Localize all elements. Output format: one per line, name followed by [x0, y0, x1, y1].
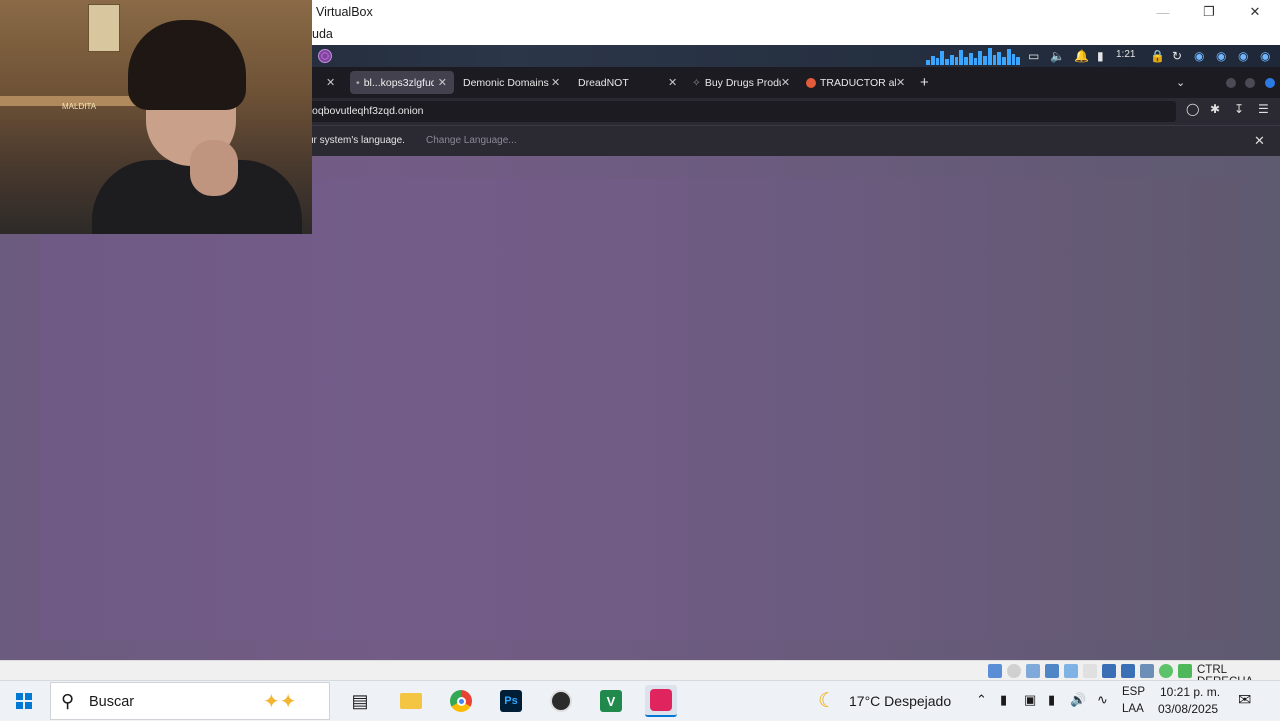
url-bar[interactable]: oqbovutleqhf3zqd.onion — [300, 101, 1176, 122]
page-loading-area — [40, 178, 1240, 640]
close-window-button[interactable]: ✕ — [1232, 2, 1278, 22]
display-adapter-icon[interactable] — [1102, 664, 1116, 678]
obs-icon[interactable] — [545, 685, 577, 717]
bullet-icon: • — [356, 76, 360, 89]
moon-icon[interactable]: ☾ — [818, 688, 836, 713]
network-icon[interactable]: ◉ — [1194, 48, 1204, 64]
shelf-label: MALDITA — [62, 102, 97, 111]
input-language[interactable]: ESP — [1122, 686, 1145, 698]
tab-label: Demonic Domains — [463, 76, 549, 89]
battery-icon: ▮ — [1097, 49, 1104, 63]
mouse-integration-icon[interactable] — [1178, 664, 1192, 678]
search-placeholder[interactable]: Buscar — [89, 694, 134, 710]
chevron-down-icon[interactable]: ⌄ — [1176, 76, 1185, 89]
close-icon[interactable]: ✕ — [1254, 133, 1265, 149]
vbox-status-bar: CTRL DERECHA — [0, 660, 1280, 688]
menu-icon[interactable]: ☰ — [1258, 102, 1269, 116]
tab-5[interactable]: TRADUCTOR al ✕ — [806, 71, 910, 94]
recording-icon[interactable] — [1121, 664, 1135, 678]
url-text[interactable]: oqbovutleqhf3zqd.onion — [312, 105, 424, 117]
display-icon[interactable]: ▭ — [1028, 48, 1039, 64]
tor-browser-icon[interactable] — [318, 49, 332, 63]
cpu-monitor-graph — [926, 48, 1020, 65]
virtualbox-app-icon[interactable]: V — [595, 685, 627, 717]
new-tab-button[interactable]: + — [920, 74, 929, 91]
tab-label: TRADUCTOR al — [820, 76, 896, 89]
broom-icon[interactable]: ✱ — [1210, 102, 1220, 116]
tab-label: Buy Drugs Produ — [704, 76, 781, 89]
network-icon-3[interactable]: ◉ — [1238, 48, 1248, 64]
camera-tray-icon[interactable]: ▣ — [1024, 692, 1036, 708]
microphone-icon[interactable]: ▮ — [1048, 692, 1055, 708]
poster — [88, 4, 120, 52]
sparkle-icon: ✦✦ — [263, 691, 297, 713]
network-adapter-icon[interactable] — [1045, 664, 1059, 678]
start-button[interactable] — [0, 681, 48, 721]
taskbar-time[interactable]: 10:21 p. m. — [1160, 685, 1220, 699]
window-title: VirtualBox — [316, 5, 373, 19]
close-icon[interactable]: ✕ — [551, 76, 560, 89]
notification-text: ur system's language. — [308, 135, 405, 146]
bell-icon[interactable]: 🔔 — [1074, 48, 1089, 64]
weather-text[interactable]: 17°C Despejado — [849, 693, 951, 709]
tab-label: DreadNOT — [578, 76, 629, 89]
input-layout[interactable]: LAA — [1122, 703, 1144, 715]
taskbar-date[interactable]: 03/08/2025 — [1158, 702, 1218, 716]
close-dot-button[interactable] — [1265, 78, 1275, 88]
speaker-icon[interactable]: 🔊 — [1070, 692, 1086, 708]
webcam-overlay: MALDITA — [0, 0, 312, 234]
favicon-icon — [806, 77, 816, 88]
photoshop-icon[interactable]: Ps — [495, 685, 527, 717]
network-icon-4[interactable]: ◉ — [1260, 48, 1270, 64]
download-icon[interactable]: ↧ — [1234, 102, 1244, 116]
notification-center-icon[interactable]: ✉ — [1238, 690, 1251, 710]
close-icon[interactable]: ✕ — [781, 76, 790, 89]
tab-3[interactable]: DreadNOT ✕ — [578, 71, 682, 94]
search-icon: ⚲ — [61, 691, 75, 711]
minimize-button[interactable]: — — [1140, 2, 1186, 22]
tab-2[interactable]: Demonic Domains ✕ — [463, 71, 567, 94]
tab-1[interactable]: • bl...kops3zlgfuq ✕ — [350, 71, 454, 94]
cpu-icon[interactable] — [1140, 664, 1154, 678]
refresh-icon[interactable]: ↻ — [1172, 48, 1182, 64]
shared-folder-icon[interactable] — [1083, 664, 1097, 678]
tab-label: bl...kops3zlgfuq — [363, 76, 434, 89]
shield-icon[interactable]: ◯ — [1186, 102, 1199, 116]
search-box[interactable]: ⚲ Buscar ✦✦ — [50, 682, 330, 720]
chevron-up-icon[interactable]: ⌃ — [976, 692, 987, 708]
volume-icon[interactable]: 🔈 — [1050, 48, 1065, 64]
file-explorer-icon[interactable] — [395, 685, 427, 717]
close-icon[interactable]: ✕ — [438, 76, 447, 89]
tab-4[interactable]: ✧ Buy Drugs Produ ✕ — [692, 71, 796, 94]
menu-help[interactable]: uda — [312, 27, 333, 41]
recorder-app-icon[interactable] — [645, 685, 677, 717]
usb-icon[interactable] — [1064, 664, 1078, 678]
vt-icon[interactable] — [1159, 664, 1173, 678]
lock-icon[interactable]: 🔒 — [1150, 48, 1165, 64]
close-icon[interactable]: ✕ — [668, 76, 677, 89]
task-view-icon[interactable]: ▤ — [344, 685, 376, 717]
restore-button[interactable]: ❐ — [1186, 2, 1232, 22]
windows-taskbar: ⚲ Buscar ✦✦ ▤ Ps V ☾ 17°C Despejado ⌃ ▮ … — [0, 680, 1280, 720]
hdd-icon[interactable] — [988, 664, 1002, 678]
close-icon[interactable]: ✕ — [896, 76, 905, 89]
change-language-button[interactable]: Change Language... — [418, 131, 525, 151]
audio-icon[interactable] — [1026, 664, 1040, 678]
minimize-dot-button[interactable] — [1226, 78, 1236, 88]
guest-clock[interactable]: 1:21 — [1116, 49, 1135, 60]
close-icon[interactable]: ✕ — [326, 76, 335, 89]
chrome-icon[interactable] — [445, 685, 477, 717]
maximize-dot-button[interactable] — [1245, 78, 1255, 88]
person-hand — [190, 140, 238, 196]
network-icon-2[interactable]: ◉ — [1216, 48, 1226, 64]
page-icon: ✧ — [692, 76, 701, 89]
optical-drive-icon[interactable] — [1007, 664, 1021, 678]
windows-logo-icon — [16, 693, 32, 709]
wifi-icon[interactable]: ∿ — [1097, 692, 1108, 708]
battery-tray-icon[interactable]: ▮ — [1000, 692, 1007, 708]
